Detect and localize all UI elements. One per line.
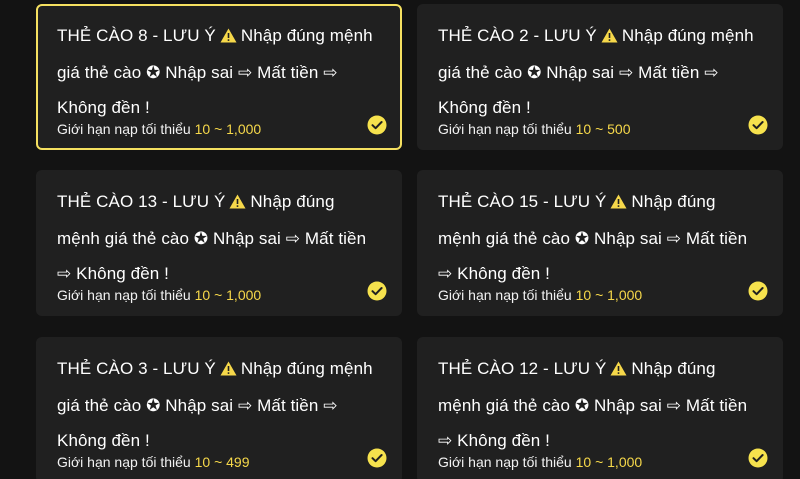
card-title: THẺ CÀO 15 - LƯU Ý Nhập đúng mệnh giá thẻ… xyxy=(438,184,763,291)
card-limit: Giới hạn nạp tối thiểu 10 ~ 1,000 xyxy=(57,121,262,137)
warning-icon xyxy=(610,353,627,388)
check-circle-icon xyxy=(367,115,387,135)
check-circle-icon xyxy=(748,448,768,468)
card-limit: Giới hạn nạp tối thiểu 10 ~ 500 xyxy=(438,121,631,137)
card-limit: Giới hạn nạp tối thiểu 10 ~ 1,000 xyxy=(438,454,643,470)
card-limit: Giới hạn nạp tối thiểu 10 ~ 499 xyxy=(57,454,250,470)
check-circle-icon xyxy=(748,115,768,135)
check-circle-icon xyxy=(367,448,387,468)
scratch-card-option[interactable]: THẺ CÀO 15 - LƯU Ý Nhập đúng mệnh giá thẻ… xyxy=(417,170,783,316)
scratch-card-option[interactable]: THẺ CÀO 13 - LƯU Ý Nhập đúng mệnh giá thẻ… xyxy=(36,170,402,316)
scratch-card-option[interactable]: THẺ CÀO 2 - LƯU Ý Nhập đúng mệnh giá thẻ … xyxy=(417,4,783,150)
scratch-card-grid: THẺ CÀO 8 - LƯU Ý Nhập đúng mệnh giá thẻ … xyxy=(0,0,800,479)
scratch-card-option[interactable]: THẺ CÀO 8 - LƯU Ý Nhập đúng mệnh giá thẻ … xyxy=(36,4,402,150)
warning-icon xyxy=(220,20,237,55)
card-title: THẺ CÀO 2 - LƯU Ý Nhập đúng mệnh giá thẻ … xyxy=(438,18,763,125)
warning-icon xyxy=(220,353,237,388)
warning-icon xyxy=(601,20,618,55)
card-title: THẺ CÀO 8 - LƯU Ý Nhập đúng mệnh giá thẻ … xyxy=(57,18,382,125)
check-circle-icon xyxy=(367,281,387,301)
check-circle-icon xyxy=(748,281,768,301)
card-title: THẺ CÀO 13 - LƯU Ý Nhập đúng mệnh giá thẻ… xyxy=(57,184,382,291)
card-limit: Giới hạn nạp tối thiểu 10 ~ 1,000 xyxy=(57,287,262,303)
scratch-card-option[interactable]: THẺ CÀO 12 - LƯU Ý Nhập đúng mệnh giá thẻ… xyxy=(417,337,783,479)
scratch-card-option[interactable]: THẺ CÀO 3 - LƯU Ý Nhập đúng mệnh giá thẻ … xyxy=(36,337,402,479)
card-title: THẺ CÀO 12 - LƯU Ý Nhập đúng mệnh giá thẻ… xyxy=(438,351,763,458)
warning-icon xyxy=(229,186,246,221)
warning-icon xyxy=(610,186,627,221)
card-limit: Giới hạn nạp tối thiểu 10 ~ 1,000 xyxy=(438,287,643,303)
card-title: THẺ CÀO 3 - LƯU Ý Nhập đúng mệnh giá thẻ … xyxy=(57,351,382,458)
